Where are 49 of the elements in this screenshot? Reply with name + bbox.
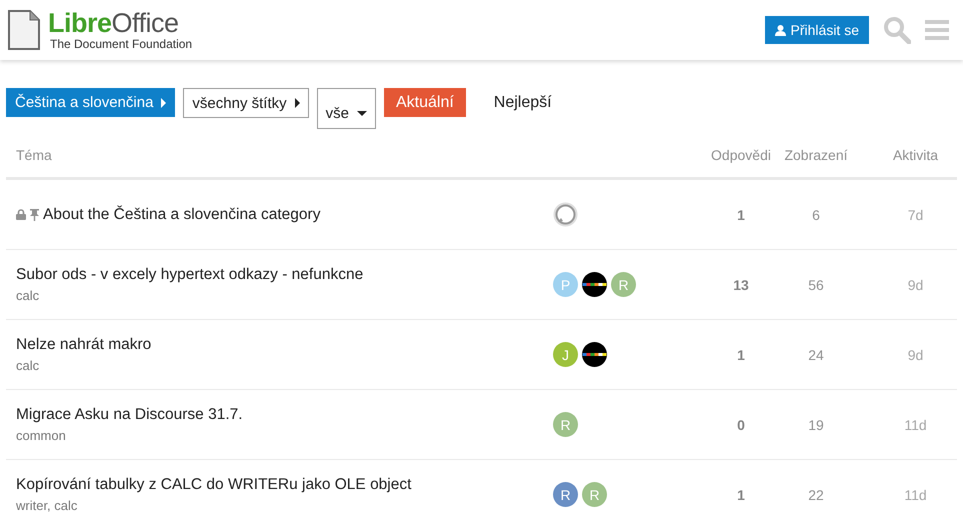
caret-icon [294, 98, 300, 108]
activity-time[interactable]: 7d [856, 206, 957, 222]
logo-wordmark[interactable]: LibreOffice [48, 10, 192, 37]
column-header[interactable]: Zobrazení [776, 147, 856, 163]
login-button[interactable]: Přihlásit se [764, 16, 869, 44]
reply-count: 0 [736, 416, 746, 432]
nav-tab[interactable]: Nejlepší [482, 88, 564, 117]
topic-title[interactable]: Nelze nahrát makro [16, 336, 152, 354]
activity-time[interactable]: 9d [856, 346, 957, 362]
column-header[interactable]: Téma [6, 147, 546, 163]
view-count: 24 [807, 346, 825, 362]
activity-time[interactable]: 11d [856, 486, 957, 502]
avatar[interactable] [582, 342, 607, 367]
reply-count: 1 [736, 206, 746, 222]
filter-dropdown[interactable]: vše [316, 88, 376, 129]
logo-tagline: The Document Foundation [50, 38, 192, 50]
topic-title[interactable]: About the Čeština a slovenčina category [43, 206, 320, 224]
caret-icon [356, 111, 367, 116]
avatar[interactable]: J [553, 342, 578, 367]
activity-time[interactable]: 9d [856, 276, 957, 292]
user-icon [774, 24, 786, 36]
reply-count: 13 [732, 276, 750, 292]
view-count: 19 [807, 416, 825, 432]
avatar[interactable]: R [553, 482, 578, 507]
avatar[interactable] [582, 272, 607, 297]
category-dropdown[interactable]: Čeština a slovenčina [6, 88, 176, 117]
caret-icon [161, 98, 166, 108]
view-count: 6 [811, 206, 821, 222]
activity-time[interactable]: 11d [856, 416, 957, 432]
avatar[interactable]: R [611, 272, 636, 297]
nav-tab[interactable]: Aktuální [384, 88, 466, 117]
reply-count: 1 [736, 346, 746, 362]
topic-title[interactable]: Kopírování tabulky z CALC do WRITERu jako OLE object [16, 476, 412, 494]
column-header[interactable]: Aktivita [856, 147, 957, 163]
speech-bubble-icon[interactable] [553, 202, 578, 227]
topic-tags[interactable]: writer, calc [16, 498, 546, 513]
reply-count: 1 [736, 486, 746, 502]
view-count: 56 [807, 276, 825, 292]
topic-tags[interactable]: common [16, 428, 546, 443]
column-header[interactable]: Odpovědi [706, 147, 776, 163]
document-icon[interactable] [8, 10, 40, 50]
avatar[interactable]: R [553, 412, 578, 437]
tags-dropdown[interactable]: všechny štítky [183, 88, 309, 118]
view-count: 22 [807, 486, 825, 502]
topic-title[interactable]: Subor ods - v excely hypertext odkazy - nefunkcne [16, 266, 364, 284]
topic-title[interactable]: Migrace Asku na Discourse 31.7. [16, 406, 243, 424]
avatar[interactable]: R [582, 482, 607, 507]
topic-tags[interactable]: calc [16, 288, 546, 303]
topic-tags[interactable]: calc [16, 358, 546, 373]
